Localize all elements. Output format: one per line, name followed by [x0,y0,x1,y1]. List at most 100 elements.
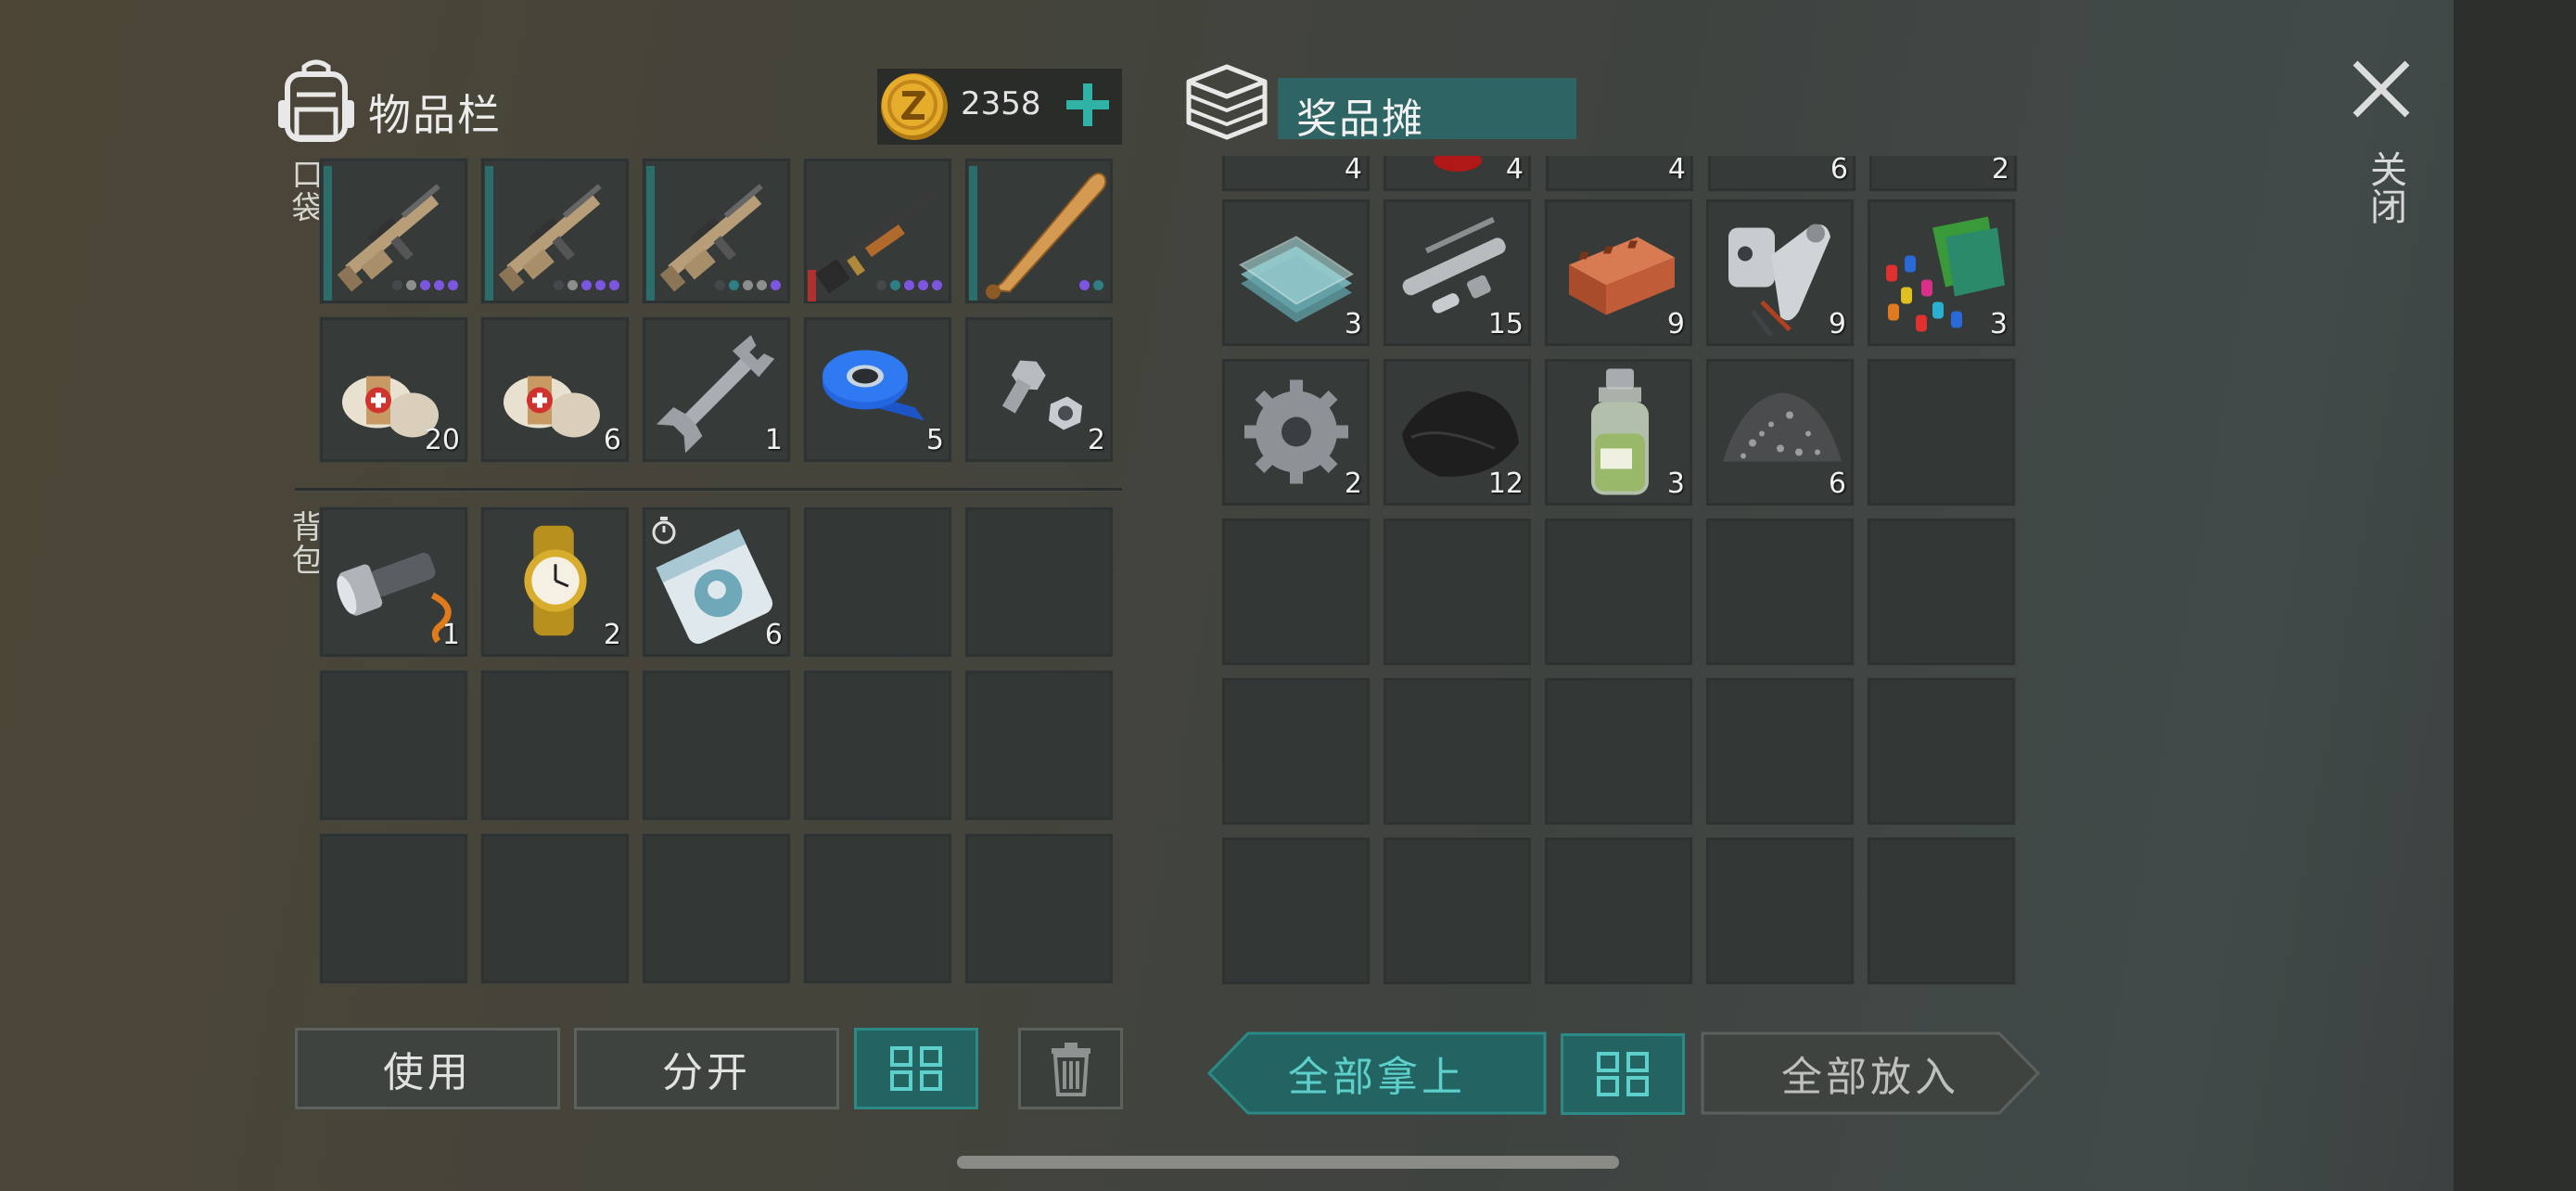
take-all-button[interactable]: 全部拿上 [1207,1031,1547,1115]
bag-slot-empty[interactable] [964,833,1114,984]
backpack-icon [278,59,354,142]
item-quantity: 9 [1828,308,1846,340]
item-quantity: 6 [764,619,783,651]
bag-slot-empty[interactable] [642,833,791,984]
bag-slot-empty[interactable] [803,833,952,984]
stall-slot-empty[interactable] [1705,518,1855,666]
grid-sort-icon [1597,1052,1649,1096]
stall-slot[interactable]: 2 [1868,156,2018,192]
pocket-slot[interactable] [319,158,468,304]
stall-slot[interactable]: 3 [1867,198,2016,347]
split-button[interactable]: 分开 [574,1028,839,1109]
use-button[interactable]: 使用 [295,1028,560,1109]
stall-slot[interactable]: 6 [1705,358,1855,506]
stall-slot-empty[interactable] [1544,837,1693,985]
item-quantity: 2 [1991,156,2009,186]
pocket-slot[interactable] [642,158,791,304]
item-quantity: 3 [1666,467,1685,500]
stall-slot-empty[interactable] [1867,677,2016,826]
pocket-slot[interactable] [964,158,1114,304]
bag-slot-empty[interactable] [480,670,630,821]
stall-slot-empty[interactable] [1221,837,1371,985]
pocket-slot[interactable]: 6 [480,316,630,463]
stall-box-icon [1186,64,1268,140]
item-quantity: 3 [1344,308,1362,340]
close-label[interactable]: 关闭 [2358,150,2412,224]
item-quantity: 2 [603,619,621,651]
sort-inventory-button[interactable] [854,1028,978,1109]
stall-title: 奖品摊 [1296,96,1424,143]
split-button-label: 分开 [662,1049,751,1096]
item-quantity: 6 [1830,156,1848,186]
mod-dots [392,280,458,290]
put-all-button[interactable]: 全部放入 [1701,1031,2040,1115]
add-currency-button[interactable] [1059,76,1116,134]
mod-dots [554,280,619,290]
item-quantity: 2 [1344,467,1362,500]
coin-icon [881,73,948,140]
stall-slot-empty[interactable] [1383,677,1532,826]
stall-slot-empty[interactable] [1867,518,2016,666]
stall-slot-empty[interactable] [1705,677,1855,826]
stall-slot[interactable]: 4 [1545,156,1694,192]
bag-slot-empty[interactable] [319,670,468,821]
stall-slot-empty[interactable] [1867,837,2016,985]
stall-slot-empty[interactable] [1544,677,1693,826]
stall-slot[interactable]: 15 [1383,198,1532,347]
close-icon[interactable] [2344,52,2418,126]
item-quantity: 2 [1087,424,1105,456]
stall-slot[interactable]: 4 [1221,156,1371,192]
stall-slot[interactable]: 4 [1383,156,1532,192]
stall-slot[interactable]: 9 [1705,198,1855,347]
pocket-slot[interactable]: 5 [803,316,952,463]
bag-slot-empty[interactable] [803,506,952,658]
stall-slot[interactable]: 12 [1383,358,1532,506]
bag-slot-empty[interactable] [964,670,1114,821]
bag-slot-empty[interactable] [964,506,1114,658]
take-all-label: 全部拿上 [1288,1054,1466,1101]
stall-slot[interactable]: 9 [1544,198,1693,347]
stall-slot[interactable]: 2 [1221,358,1371,506]
bag-slot-empty[interactable] [319,833,468,984]
sort-stall-button[interactable] [1561,1033,1685,1115]
mod-dots [715,280,781,290]
pocket-slot[interactable] [803,158,952,304]
pocket-slot[interactable]: 1 [642,316,791,463]
stall-slot-empty[interactable] [1544,518,1693,666]
trash-button[interactable] [1018,1028,1123,1109]
pocket-slot[interactable]: 2 [964,316,1114,463]
bag-slot-empty[interactable] [642,670,791,821]
mod-dots [1079,280,1103,290]
bag-slot-empty[interactable] [480,833,630,984]
inventory-title: 物品栏 [368,90,502,140]
pocket-slot[interactable] [480,158,630,304]
stall-slot-empty[interactable] [1221,518,1371,666]
bag-slot[interactable]: 2 [480,506,630,658]
stall-slot-empty[interactable] [1705,837,1855,985]
stall-slot[interactable]: 3 [1221,198,1371,347]
stall-slot-empty[interactable] [1383,837,1532,985]
bag-slot-empty[interactable] [803,670,952,821]
home-indicator[interactable] [957,1156,1619,1169]
stall-title-box: 奖品摊 [1278,78,1576,143]
item-quantity: 15 [1487,308,1524,340]
bag-slot[interactable]: 1 [319,506,468,658]
item-quantity: 20 [424,424,460,456]
stall-slot-empty[interactable] [1221,677,1371,826]
item-quantity: 9 [1666,308,1685,340]
bag-slot[interactable]: 6 [642,506,791,658]
pocket-bag-divider [295,488,1122,492]
stall-partial-row: 4 4 4 6 2 [1221,156,2024,193]
pocket-slot[interactable]: 20 [319,316,468,463]
stall-slot[interactable]: 3 [1544,358,1693,506]
stall-slot[interactable]: 6 [1707,156,1856,192]
grid-sort-icon [890,1046,942,1091]
item-quantity: 4 [1667,156,1686,186]
put-all-label: 全部放入 [1781,1054,1959,1101]
stall-slot-empty[interactable] [1383,518,1532,666]
right-edge-strip [2454,0,2576,1191]
stall-slot-empty[interactable] [1867,358,2016,506]
pocket-grid: 20 6 1 5 2 [319,158,1114,463]
item-quantity: 6 [603,424,621,456]
mod-dots [876,280,942,290]
